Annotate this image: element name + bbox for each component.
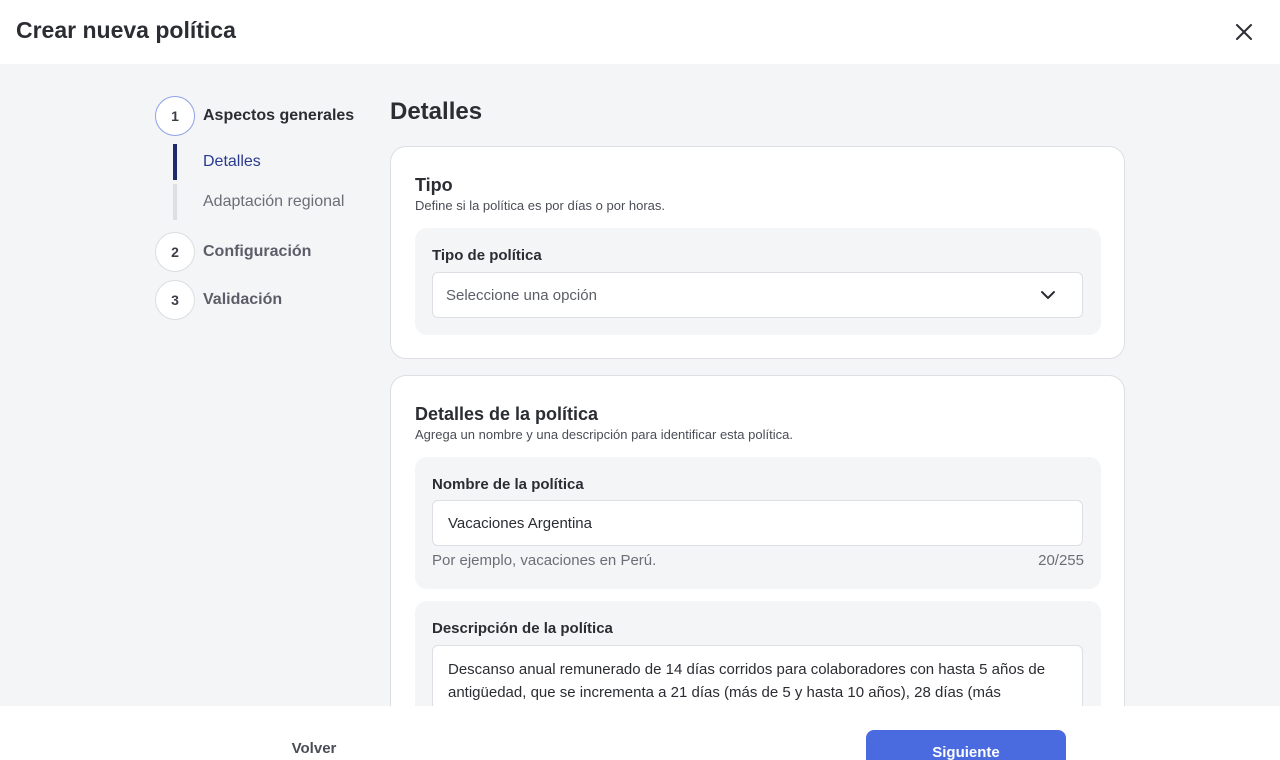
input-value: Vacaciones Argentina — [448, 515, 592, 532]
chevron-down-icon — [1041, 291, 1055, 299]
character-counter: 20/255 — [1038, 552, 1084, 569]
select-value: Seleccione una opción — [446, 287, 597, 304]
page-title: Crear nueva política — [16, 17, 236, 43]
tipo-card: Tipo Define si la política es por días o… — [390, 146, 1125, 359]
card-subtitle: Define si la política es por días o por … — [415, 198, 666, 213]
step-label: Validación — [203, 291, 283, 308]
step-validacion[interactable]: 3 Validación — [155, 280, 282, 320]
name-panel: Nombre de la política Vacaciones Argenti… — [415, 457, 1101, 589]
card-subtitle: Agrega un nombre y una descripción para … — [415, 427, 793, 442]
policy-type-select[interactable]: Seleccione una opción — [432, 272, 1083, 318]
back-button[interactable]: Volver — [270, 740, 358, 757]
close-icon — [1236, 24, 1252, 40]
details-card: Detalles de la política Agrega un nombre… — [390, 375, 1125, 760]
card-title: Tipo — [415, 175, 453, 195]
substep-indicator — [173, 144, 177, 180]
field-label: Nombre de la política — [432, 476, 584, 493]
step-label: Configuración — [203, 243, 312, 260]
field-label: Descripción de la política — [432, 620, 613, 637]
next-button[interactable]: Siguiente — [866, 730, 1066, 760]
substep-label: Detalles — [203, 153, 261, 170]
step-configuracion[interactable]: 2 Configuración — [155, 232, 311, 272]
substep-label: Adaptación regional — [203, 193, 345, 210]
field-label: Tipo de política — [432, 247, 542, 264]
tipo-panel: Tipo de política Seleccione una opción — [415, 228, 1101, 335]
step-number: 2 — [155, 232, 195, 272]
modal-footer: Volver Siguiente — [0, 706, 1280, 760]
substep-indicator — [173, 184, 177, 220]
step-number: 3 — [155, 280, 195, 320]
step-number: 1 — [155, 96, 195, 136]
modal-header: Crear nueva política — [0, 0, 1280, 64]
substep-detalles[interactable]: Detalles — [173, 144, 373, 180]
section-title: Detalles — [390, 98, 483, 125]
substep-adaptacion-regional[interactable]: Adaptación regional — [173, 184, 373, 220]
close-button[interactable] — [1230, 18, 1258, 46]
field-hint: Por ejemplo, vacaciones en Perú. — [432, 552, 657, 569]
card-title: Detalles de la política — [415, 404, 599, 424]
step-aspectos-generales[interactable]: 1 Aspectos generales — [155, 96, 354, 136]
policy-name-input[interactable]: Vacaciones Argentina — [432, 500, 1083, 546]
step-label: Aspectos generales — [203, 107, 355, 124]
